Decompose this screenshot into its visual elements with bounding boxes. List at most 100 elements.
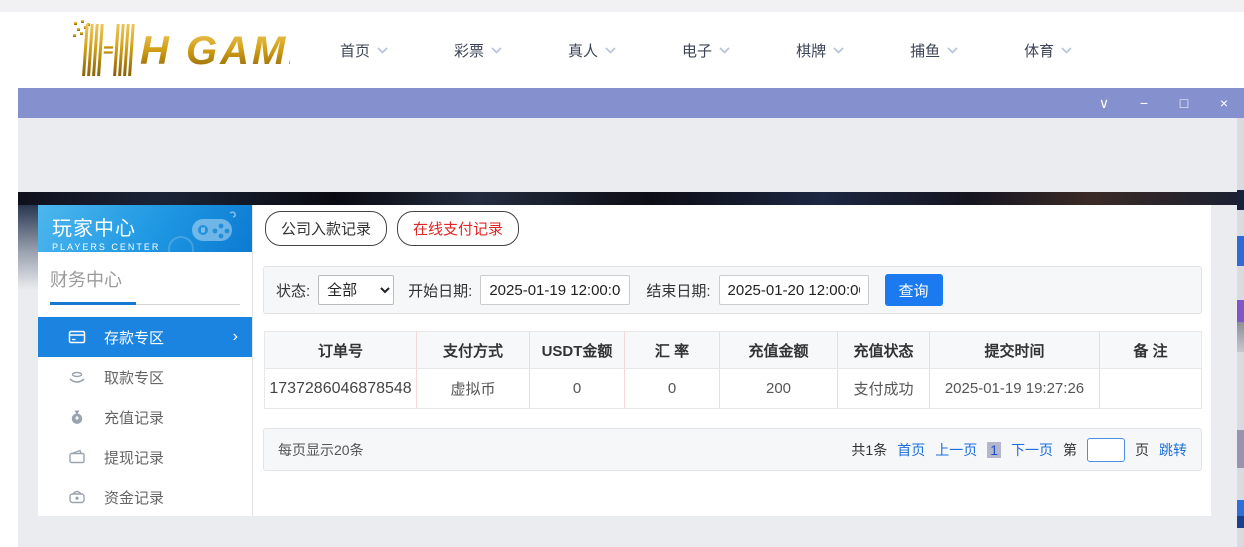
dark-banner-strip bbox=[18, 192, 1237, 205]
col-remark: 备 注 bbox=[1100, 332, 1202, 369]
cell-submit-time: 2025-01-19 19:27:26 bbox=[930, 369, 1100, 409]
menu-label: 提现记录 bbox=[104, 447, 164, 468]
nav-label: 真人 bbox=[568, 40, 598, 61]
jump-suffix-label: 页 bbox=[1135, 440, 1149, 460]
prev-page-link[interactable]: 上一页 bbox=[935, 440, 977, 460]
fragment bbox=[1237, 236, 1244, 266]
cell-recharge-status: 支付成功 bbox=[838, 369, 930, 409]
moneybag-icon bbox=[68, 408, 86, 426]
next-page-link[interactable]: 下一页 bbox=[1011, 440, 1053, 460]
top-strip bbox=[0, 0, 1244, 12]
first-page-link[interactable]: 首页 bbox=[897, 440, 925, 460]
purse-icon bbox=[68, 488, 86, 506]
sidebar-item-withdraw-zone[interactable]: 取款专区 bbox=[38, 357, 252, 397]
chevron-down-icon bbox=[719, 47, 730, 54]
jump-button[interactable]: 跳转 bbox=[1159, 440, 1187, 460]
window-close-icon[interactable]: × bbox=[1216, 96, 1232, 110]
nav-item-live[interactable]: 真人 bbox=[568, 40, 616, 61]
site-logo[interactable]: H GAME bbox=[72, 20, 290, 81]
pagination-bar: 每页显示20条 共1条 首页 上一页 1 下一页 第 页 跳转 bbox=[263, 428, 1202, 471]
left-fade-decor bbox=[18, 205, 38, 290]
status-label: 状态: bbox=[276, 280, 310, 301]
chevron-down-icon bbox=[491, 47, 502, 54]
cell-exchange-rate: 0 bbox=[625, 369, 720, 409]
menu-label: 取款专区 bbox=[104, 367, 164, 388]
menu-label: 充值记录 bbox=[104, 407, 164, 428]
menu-label: 资金记录 bbox=[104, 487, 164, 508]
cell-pay-method: 虚拟币 bbox=[417, 369, 530, 409]
cell-order-no: 1737286046878548 bbox=[265, 369, 417, 409]
chevron-down-icon bbox=[605, 47, 616, 54]
nav-label: 首页 bbox=[340, 40, 370, 61]
tab-company-deposit-records[interactable]: 公司入款记录 bbox=[265, 211, 387, 246]
col-recharge-amount: 充值金额 bbox=[720, 332, 838, 369]
sidebar-item-funds-records[interactable]: 资金记录 bbox=[38, 477, 252, 517]
col-exchange-rate: 汇 率 bbox=[625, 332, 720, 369]
col-usdt-amount: USDT金额 bbox=[530, 332, 625, 369]
fragment bbox=[1237, 500, 1244, 516]
window-dropdown-icon[interactable]: ∨ bbox=[1096, 96, 1112, 110]
sidebar: 玩家中心 PLAYERS CENTER bbox=[38, 205, 252, 516]
nav-item-home[interactable]: 首页 bbox=[340, 40, 388, 61]
cell-remark bbox=[1100, 369, 1202, 409]
payment-records-table: 订单号 支付方式 USDT金额 汇 率 充值金额 充值状态 提交时间 备 注 1… bbox=[264, 331, 1202, 409]
fragment bbox=[1237, 516, 1244, 528]
nav-label: 捕鱼 bbox=[910, 40, 940, 61]
nav-label: 电子 bbox=[682, 40, 712, 61]
nav-item-sports[interactable]: 体育 bbox=[1024, 40, 1072, 61]
jump-prefix-label: 第 bbox=[1063, 440, 1077, 460]
nav-item-lottery[interactable]: 彩票 bbox=[454, 40, 502, 61]
hh-game-logo-icon: H GAME bbox=[72, 20, 290, 76]
pager-controls: 共1条 首页 上一页 1 下一页 第 页 跳转 bbox=[851, 438, 1187, 462]
right-edge-fragments bbox=[1237, 118, 1244, 547]
search-button[interactable]: 查询 bbox=[885, 274, 943, 306]
chevron-right-icon: › bbox=[233, 329, 238, 345]
nav-label: 棋牌 bbox=[796, 40, 826, 61]
chevron-down-icon bbox=[377, 47, 388, 54]
fragment bbox=[1237, 300, 1244, 322]
sidebar-item-withdrawal-records[interactable]: 提现记录 bbox=[38, 437, 252, 477]
current-page-indicator: 1 bbox=[987, 442, 1001, 458]
filter-bar: 状态: 全部 开始日期: 结束日期: 查询 bbox=[263, 266, 1202, 314]
record-tabs: 公司入款记录 在线支付记录 bbox=[265, 211, 519, 246]
table-header-row: 订单号 支付方式 USDT金额 汇 率 充值金额 充值状态 提交时间 备 注 bbox=[265, 332, 1202, 369]
end-date-label: 结束日期: bbox=[646, 280, 710, 301]
tab-online-payment-records[interactable]: 在线支付记录 bbox=[397, 211, 519, 246]
site-navbar: H GAME 首页 彩票 真人 电子 棋牌 bbox=[0, 12, 1244, 88]
table-row: 1737286046878548 虚拟币 0 0 200 支付成功 2025-0… bbox=[265, 369, 1202, 409]
window-minimize-icon[interactable]: − bbox=[1136, 96, 1152, 110]
main-nav-menu: 首页 彩票 真人 电子 棋牌 捕鱼 bbox=[340, 12, 1072, 88]
players-center-header: 玩家中心 PLAYERS CENTER bbox=[38, 205, 252, 252]
chevron-down-icon bbox=[1061, 47, 1072, 54]
sidebar-item-deposit-zone[interactable]: 存款专区 › bbox=[38, 317, 252, 357]
col-recharge-status: 充值状态 bbox=[838, 332, 930, 369]
per-page-label: 每页显示20条 bbox=[278, 440, 364, 460]
window-controls: ∨ − □ × bbox=[1096, 88, 1232, 118]
status-select[interactable]: 全部 bbox=[318, 275, 394, 305]
nav-label: 彩票 bbox=[454, 40, 484, 61]
jump-page-input[interactable] bbox=[1087, 438, 1125, 462]
gamepad-icon bbox=[186, 211, 238, 247]
cell-usdt-amount: 0 bbox=[530, 369, 625, 409]
records-content: 公司入款记录 在线支付记录 状态: 全部 开始日期: 结束日期: 查询 bbox=[252, 205, 1211, 516]
total-count-label: 共1条 bbox=[851, 440, 887, 460]
chevron-down-icon bbox=[947, 47, 958, 54]
sidebar-item-recharge-records[interactable]: 充值记录 bbox=[38, 397, 252, 437]
col-order-no: 订单号 bbox=[265, 332, 417, 369]
nav-item-chess[interactable]: 棋牌 bbox=[796, 40, 844, 61]
nav-item-fishing[interactable]: 捕鱼 bbox=[910, 40, 958, 61]
window-maximize-icon[interactable]: □ bbox=[1176, 96, 1192, 110]
col-pay-method: 支付方式 bbox=[417, 332, 530, 369]
finance-center-label: 财务中心 bbox=[38, 252, 252, 292]
end-date-input[interactable] bbox=[719, 275, 869, 305]
withdraw-hand-icon bbox=[68, 368, 86, 386]
player-center-panel: 玩家中心 PLAYERS CENTER bbox=[38, 205, 1211, 516]
wallet-icon bbox=[68, 448, 86, 466]
section-underline bbox=[50, 302, 240, 305]
deposit-card-icon bbox=[68, 328, 86, 346]
fragment bbox=[1237, 430, 1244, 468]
cell-recharge-amount: 200 bbox=[720, 369, 838, 409]
nav-item-slots[interactable]: 电子 bbox=[682, 40, 730, 61]
start-date-input[interactable] bbox=[480, 275, 630, 305]
nav-label: 体育 bbox=[1024, 40, 1054, 61]
